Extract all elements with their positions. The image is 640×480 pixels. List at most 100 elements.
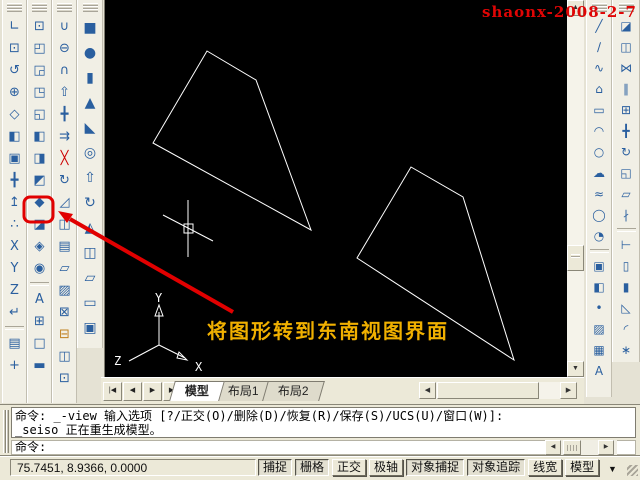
scroll-down-button[interactable]: ▼ xyxy=(567,361,584,377)
multiline-text-icon[interactable]: A xyxy=(589,361,610,380)
three-point-ucs-icon[interactable]: ∴ xyxy=(4,214,25,234)
separate-solids-icon[interactable]: ◫ xyxy=(54,346,75,366)
status-toggle-栅格[interactable]: 栅格 xyxy=(295,459,329,476)
face-ucs-icon[interactable]: ◧ xyxy=(4,126,25,146)
back-view-icon[interactable]: ◨ xyxy=(29,148,50,168)
rotate-icon[interactable]: ↻ xyxy=(616,142,637,161)
command-window-grip[interactable] xyxy=(3,410,9,453)
apply-ucs-icon[interactable]: ↵ xyxy=(4,302,25,322)
fillet-icon[interactable]: ◜ xyxy=(616,319,637,338)
tab-布局2[interactable]: 布局2 xyxy=(262,381,324,401)
break-at-point-icon[interactable]: ▯ xyxy=(616,256,637,275)
imprint-icon[interactable]: ⊠ xyxy=(54,302,75,322)
tab-nav-prev-button[interactable]: ◀ xyxy=(123,382,142,401)
intersect-icon[interactable]: ∩ xyxy=(54,60,75,80)
wireframe-box-icon[interactable]: □ xyxy=(29,333,50,353)
stretch-icon[interactable]: ▱ xyxy=(616,184,637,203)
front-view-icon[interactable]: ◧ xyxy=(29,126,50,146)
trim-icon[interactable]: ∤ xyxy=(616,205,637,224)
make-block-icon[interactable]: ◧ xyxy=(589,277,610,296)
solid-cone-icon[interactable]: ▲ xyxy=(80,91,101,114)
camera-icon[interactable]: ◉ xyxy=(29,258,50,278)
command-scroll-left-button[interactable]: ◀ xyxy=(545,440,561,455)
toolbar-grip[interactable] xyxy=(32,3,47,12)
mirror-icon[interactable]: ⋈ xyxy=(616,58,637,77)
origin-ucs-icon[interactable]: ╋ xyxy=(4,170,25,190)
arc-icon[interactable]: ◠ xyxy=(589,121,610,140)
nw-isometric-view-icon[interactable]: ◈ xyxy=(29,236,50,256)
subtract-icon[interactable]: ⊖ xyxy=(54,38,75,58)
command-scroll-right-button[interactable]: ▶ xyxy=(598,440,614,455)
vertical-scrollbar[interactable]: ▲ ▼ xyxy=(567,0,584,377)
object-ucs-icon[interactable]: ◇ xyxy=(4,104,25,124)
scroll-left-button[interactable]: ◀ xyxy=(419,382,436,399)
circle-icon[interactable]: ○ xyxy=(589,142,610,161)
solid-cylinder-icon[interactable]: ▮ xyxy=(80,66,101,89)
ellipse-icon[interactable]: ◯ xyxy=(589,205,610,224)
scroll-right-button[interactable]: ▶ xyxy=(560,382,577,399)
break-icon[interactable]: ▮ xyxy=(616,277,637,296)
ucs-dialog-icon[interactable]: ▤ xyxy=(4,333,25,353)
extrude-icon[interactable]: ⇧ xyxy=(80,166,101,189)
status-toggle-正交[interactable]: 正交 xyxy=(332,459,366,476)
copy-edges-icon[interactable]: ▱ xyxy=(54,258,75,278)
revolve-icon[interactable]: ↻ xyxy=(80,191,101,214)
revision-cloud-icon[interactable]: ☁ xyxy=(589,163,610,182)
move-icon[interactable]: ╋ xyxy=(616,121,637,140)
array-icon[interactable]: ⊞ xyxy=(616,100,637,119)
ucs-icon[interactable]: ∟ xyxy=(4,16,25,36)
solid-box-icon[interactable]: ■ xyxy=(80,16,101,39)
scale-icon[interactable]: ◱ xyxy=(616,163,637,182)
tab-模型[interactable]: 模型 xyxy=(169,381,225,401)
toolbar-grip[interactable] xyxy=(83,3,98,12)
text-style-icon[interactable]: A xyxy=(29,289,50,309)
hatch-icon[interactable]: ▨ xyxy=(589,319,610,338)
color-faces-icon[interactable]: ▤ xyxy=(54,236,75,256)
copy-object-icon[interactable]: ◫ xyxy=(616,37,637,56)
drawing-canvas[interactable]: Y X Z 将图形转到东南视图界面 xyxy=(104,0,568,377)
tab-nav-next-button[interactable]: ▶ xyxy=(143,382,162,401)
extend-icon[interactable]: ⊢ xyxy=(616,235,637,254)
rotate-faces-icon[interactable]: ↻ xyxy=(54,170,75,190)
status-toggle-对象捕捉[interactable]: 对象捕捉 xyxy=(406,459,464,476)
vertical-scroll-thumb[interactable] xyxy=(567,245,584,271)
command-input[interactable]: 命令: xyxy=(11,440,636,455)
statusbar-menu-arrow-icon[interactable]: ▼ xyxy=(608,464,617,474)
y-rotate-ucs-icon[interactable]: Y xyxy=(4,258,25,278)
color-edges-icon[interactable]: ▨ xyxy=(54,280,75,300)
rectangle-icon[interactable]: ▭ xyxy=(589,100,610,119)
spline-icon[interactable]: ≈ xyxy=(589,184,610,203)
ne-isometric-view-icon[interactable]: ◪ xyxy=(29,214,50,234)
world-ucs-icon[interactable]: ⊕ xyxy=(4,82,25,102)
copy-faces-icon[interactable]: ◫ xyxy=(54,214,75,234)
move-ucs-origin-icon[interactable]: + xyxy=(4,355,25,375)
bottom-view-icon[interactable]: ◲ xyxy=(29,60,50,80)
left-view-icon[interactable]: ◳ xyxy=(29,82,50,102)
se-isometric-view-icon[interactable]: ◆ xyxy=(29,192,50,212)
previous-ucs-icon[interactable]: ↺ xyxy=(4,60,25,80)
solid-wedge-icon[interactable]: ◣ xyxy=(80,116,101,139)
right-view-icon[interactable]: ◱ xyxy=(29,104,50,124)
extrude-faces-icon[interactable]: ⇧ xyxy=(54,82,75,102)
view-ucs-icon[interactable]: ▣ xyxy=(4,148,25,168)
named-views-icon[interactable]: ⊡ xyxy=(29,16,50,36)
tab-nav-first-button[interactable]: |◀ xyxy=(103,382,122,401)
toolbar-grip[interactable] xyxy=(7,3,22,12)
chamfer-icon[interactable]: ◺ xyxy=(616,298,637,317)
setup-drawing-icon[interactable]: ▭ xyxy=(80,291,101,314)
toolbar-grip[interactable] xyxy=(57,3,72,12)
construction-line-icon[interactable]: ∕ xyxy=(589,37,610,56)
point-icon[interactable]: • xyxy=(589,298,610,317)
delete-faces-icon[interactable]: ╳ xyxy=(54,148,75,168)
slice-icon[interactable]: ◭ xyxy=(80,216,101,239)
setup-view-icon[interactable]: ▣ xyxy=(80,316,101,339)
solid-sphere-icon[interactable]: ● xyxy=(80,41,101,64)
3d-surfaces-icon[interactable]: ⊞ xyxy=(29,311,50,331)
status-toggle-模型[interactable]: 模型 xyxy=(565,459,599,476)
region-icon[interactable]: ▦ xyxy=(589,340,610,359)
horizontal-scroll-thumb[interactable] xyxy=(437,382,539,399)
taper-faces-icon[interactable]: ◿ xyxy=(54,192,75,212)
z-axis-vector-ucs-icon[interactable]: ↥ xyxy=(4,192,25,212)
clean-icon[interactable]: ⊟ xyxy=(54,324,75,344)
ellipse-arc-icon[interactable]: ◔ xyxy=(589,226,610,245)
